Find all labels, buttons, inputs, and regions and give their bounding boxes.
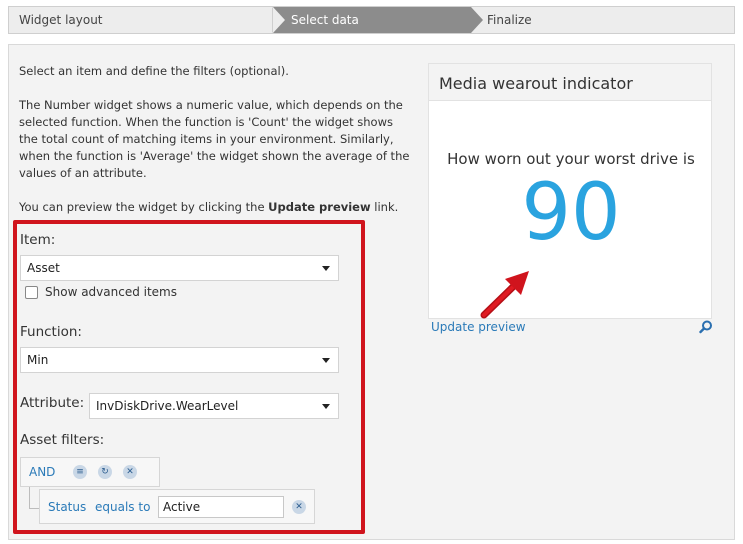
preview-value: 90 [521, 168, 621, 258]
intro-text: Select an item and define the filters (o… [19, 63, 411, 233]
intro-line-2: The Number widget shows a numeric value,… [19, 98, 410, 180]
preview-title: Media wearout indicator [428, 63, 712, 100]
intro-line-3: You can preview the widget by clicking t… [19, 199, 411, 216]
highlight-frame [13, 220, 365, 534]
wizard-steps: Widget layout Select data Finalize [8, 6, 735, 34]
update-preview-link[interactable]: Update preview [431, 320, 526, 334]
intro-line-3-post: link. [370, 200, 399, 214]
preview-subtitle: How worn out your worst drive is [447, 150, 695, 168]
intro-line-3-bold: Update preview [268, 200, 371, 214]
step-widget-layout[interactable]: Widget layout [9, 7, 273, 33]
intro-line-1: Select an item and define the filters (o… [19, 64, 289, 78]
wizard-panel: Select an item and define the filters (o… [8, 44, 735, 540]
step-finalize[interactable]: Finalize [471, 7, 735, 33]
intro-line-3-pre: You can preview the widget by clicking t… [19, 200, 269, 214]
magnify-icon[interactable] [699, 320, 713, 334]
step-select-data[interactable]: Select data [273, 7, 471, 33]
pointer-arrow-icon [480, 271, 529, 319]
step-separator [273, 7, 285, 33]
